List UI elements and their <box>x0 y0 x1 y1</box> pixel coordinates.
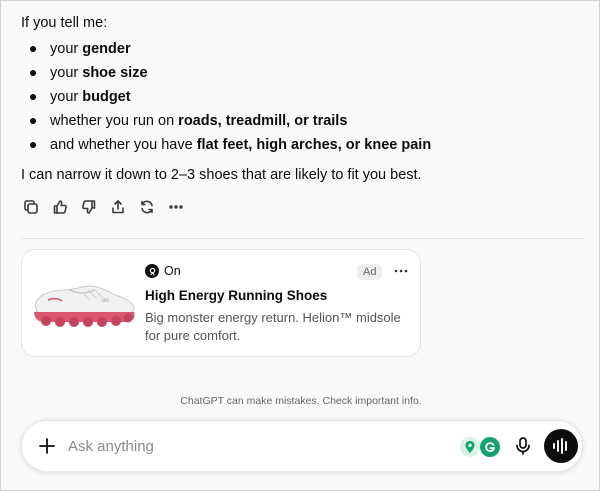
plus-icon <box>39 438 55 454</box>
list-item: your gender <box>21 37 586 61</box>
list-item: your shoe size <box>21 61 586 85</box>
thumbs-down-button[interactable] <box>79 197 99 217</box>
regenerate-icon <box>141 200 153 214</box>
regenerate-button[interactable] <box>137 197 157 217</box>
sponsored-ad-card[interactable]: on On Ad High Energy Running Shoes Big m… <box>21 249 421 357</box>
thumbs-up-icon <box>53 200 67 214</box>
dictate-button[interactable] <box>512 435 534 457</box>
ad-description: Big monster energy return. Helion™ midso… <box>145 310 401 343</box>
requirements-list: your gender your shoe size your budget w… <box>21 37 586 157</box>
message-summary: I can narrow it down to 2–3 shoes that a… <box>21 167 422 183</box>
disclaimer-text: ChatGPT can make mistakes. Check importa… <box>180 395 422 407</box>
message-actions <box>21 197 186 217</box>
divider <box>21 238 585 239</box>
ad-brand[interactable]: On <box>145 264 181 278</box>
grammarly-icon <box>485 442 496 452</box>
copy-icon <box>24 200 38 214</box>
svg-text:on: on <box>102 298 109 304</box>
ad-brand-name: On <box>164 264 181 278</box>
thumbs-down-icon <box>82 200 96 214</box>
location-pin-icon <box>465 441 475 453</box>
more-options-button[interactable] <box>166 197 186 217</box>
list-item: whether you run on roads, treadmill, or … <box>21 109 586 133</box>
share-icon <box>112 200 124 214</box>
add-attachment-button[interactable] <box>36 435 58 457</box>
share-button[interactable] <box>108 197 128 217</box>
ad-title[interactable]: High Energy Running Shoes <box>145 288 327 303</box>
thumbs-up-button[interactable] <box>50 197 70 217</box>
more-icon <box>394 269 408 273</box>
composer <box>21 420 583 472</box>
list-item: your budget <box>21 85 586 109</box>
ad-badge: Ad <box>357 264 383 280</box>
assistant-message: If you tell me: your gender your shoe si… <box>21 11 586 187</box>
microphone-icon <box>516 437 530 455</box>
on-brand-logo-icon <box>145 264 159 278</box>
message-intro: If you tell me: <box>21 15 108 31</box>
more-icon <box>169 205 183 209</box>
running-shoe-image: on <box>34 285 135 327</box>
voice-waveform-icon <box>553 438 567 454</box>
location-extension-button[interactable] <box>460 437 480 457</box>
copy-button[interactable] <box>21 197 41 217</box>
list-item: and whether you have flat feet, high arc… <box>21 133 586 157</box>
ad-more-button[interactable] <box>390 262 412 280</box>
voice-mode-button[interactable] <box>544 429 578 463</box>
grammarly-button[interactable] <box>480 437 500 457</box>
prompt-input[interactable] <box>68 434 448 458</box>
